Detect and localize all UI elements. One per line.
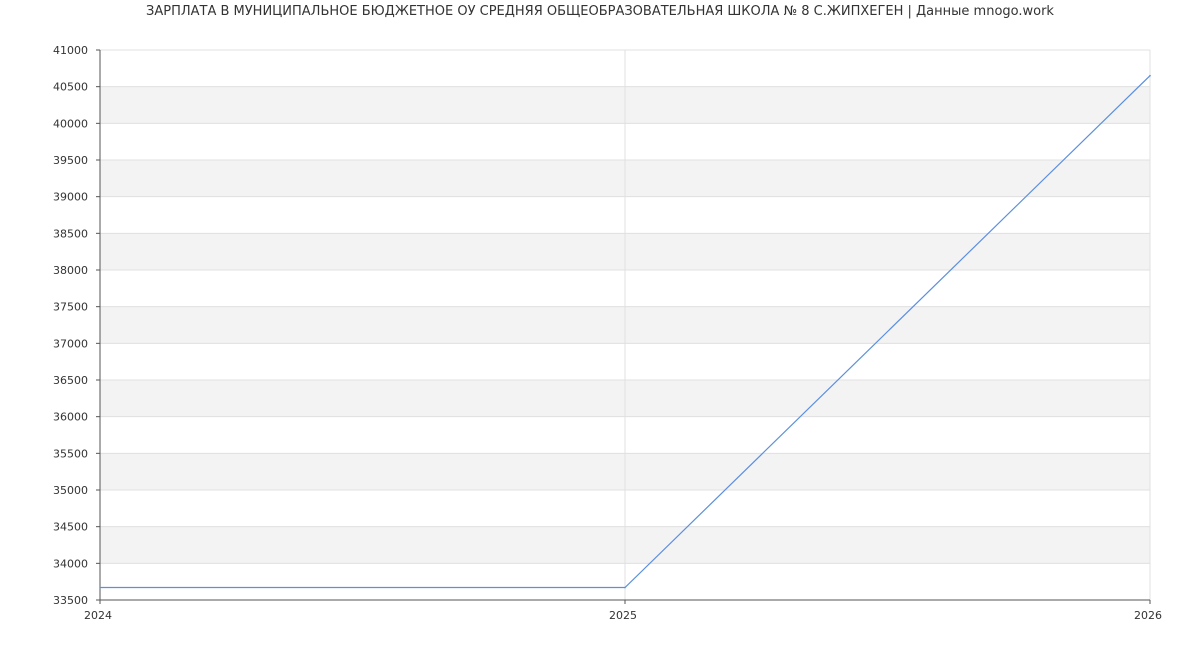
- y-tick-label: 37500: [53, 301, 88, 314]
- data-point: [1149, 74, 1151, 77]
- y-tick-label: 40000: [53, 117, 88, 130]
- line-chart: 33500 34000 34500 35000 35500 36000 36500 37000…: [53, 44, 1162, 622]
- y-tick-label: 39000: [53, 191, 88, 204]
- y-tick-label: 40500: [53, 81, 88, 94]
- data-point: [99, 586, 101, 589]
- y-tick-label: 34000: [53, 557, 88, 570]
- y-tick-label: 33500: [53, 594, 88, 607]
- y-tick-label: 38500: [53, 227, 88, 240]
- y-tick-label: 36000: [53, 411, 88, 424]
- y-tick-label: 39500: [53, 154, 88, 167]
- x-tick-label: 2026: [1134, 609, 1162, 622]
- y-tick-label: 38000: [53, 264, 88, 277]
- data-point: [624, 586, 626, 589]
- y-tick-label: 37000: [53, 337, 88, 350]
- x-tick-label: 2024: [84, 609, 112, 622]
- y-tick-label: 35500: [53, 447, 88, 460]
- chart-root: ЗАРПЛАТА В МУНИЦИПАЛЬНОЕ БЮДЖЕТНОЕ ОУ СР…: [0, 0, 1200, 650]
- y-tick-label: 35000: [53, 484, 88, 497]
- y-tick-label: 36500: [53, 374, 88, 387]
- y-tick-labels: 33500 34000 34500 35000 35500 36000 36500 37000…: [53, 44, 88, 607]
- y-tick-label: 34500: [53, 521, 88, 534]
- x-tick-label: 2025: [609, 609, 637, 622]
- y-tick-label: 41000: [53, 44, 88, 57]
- x-tick-labels: 2024 2025 2026: [84, 609, 1162, 622]
